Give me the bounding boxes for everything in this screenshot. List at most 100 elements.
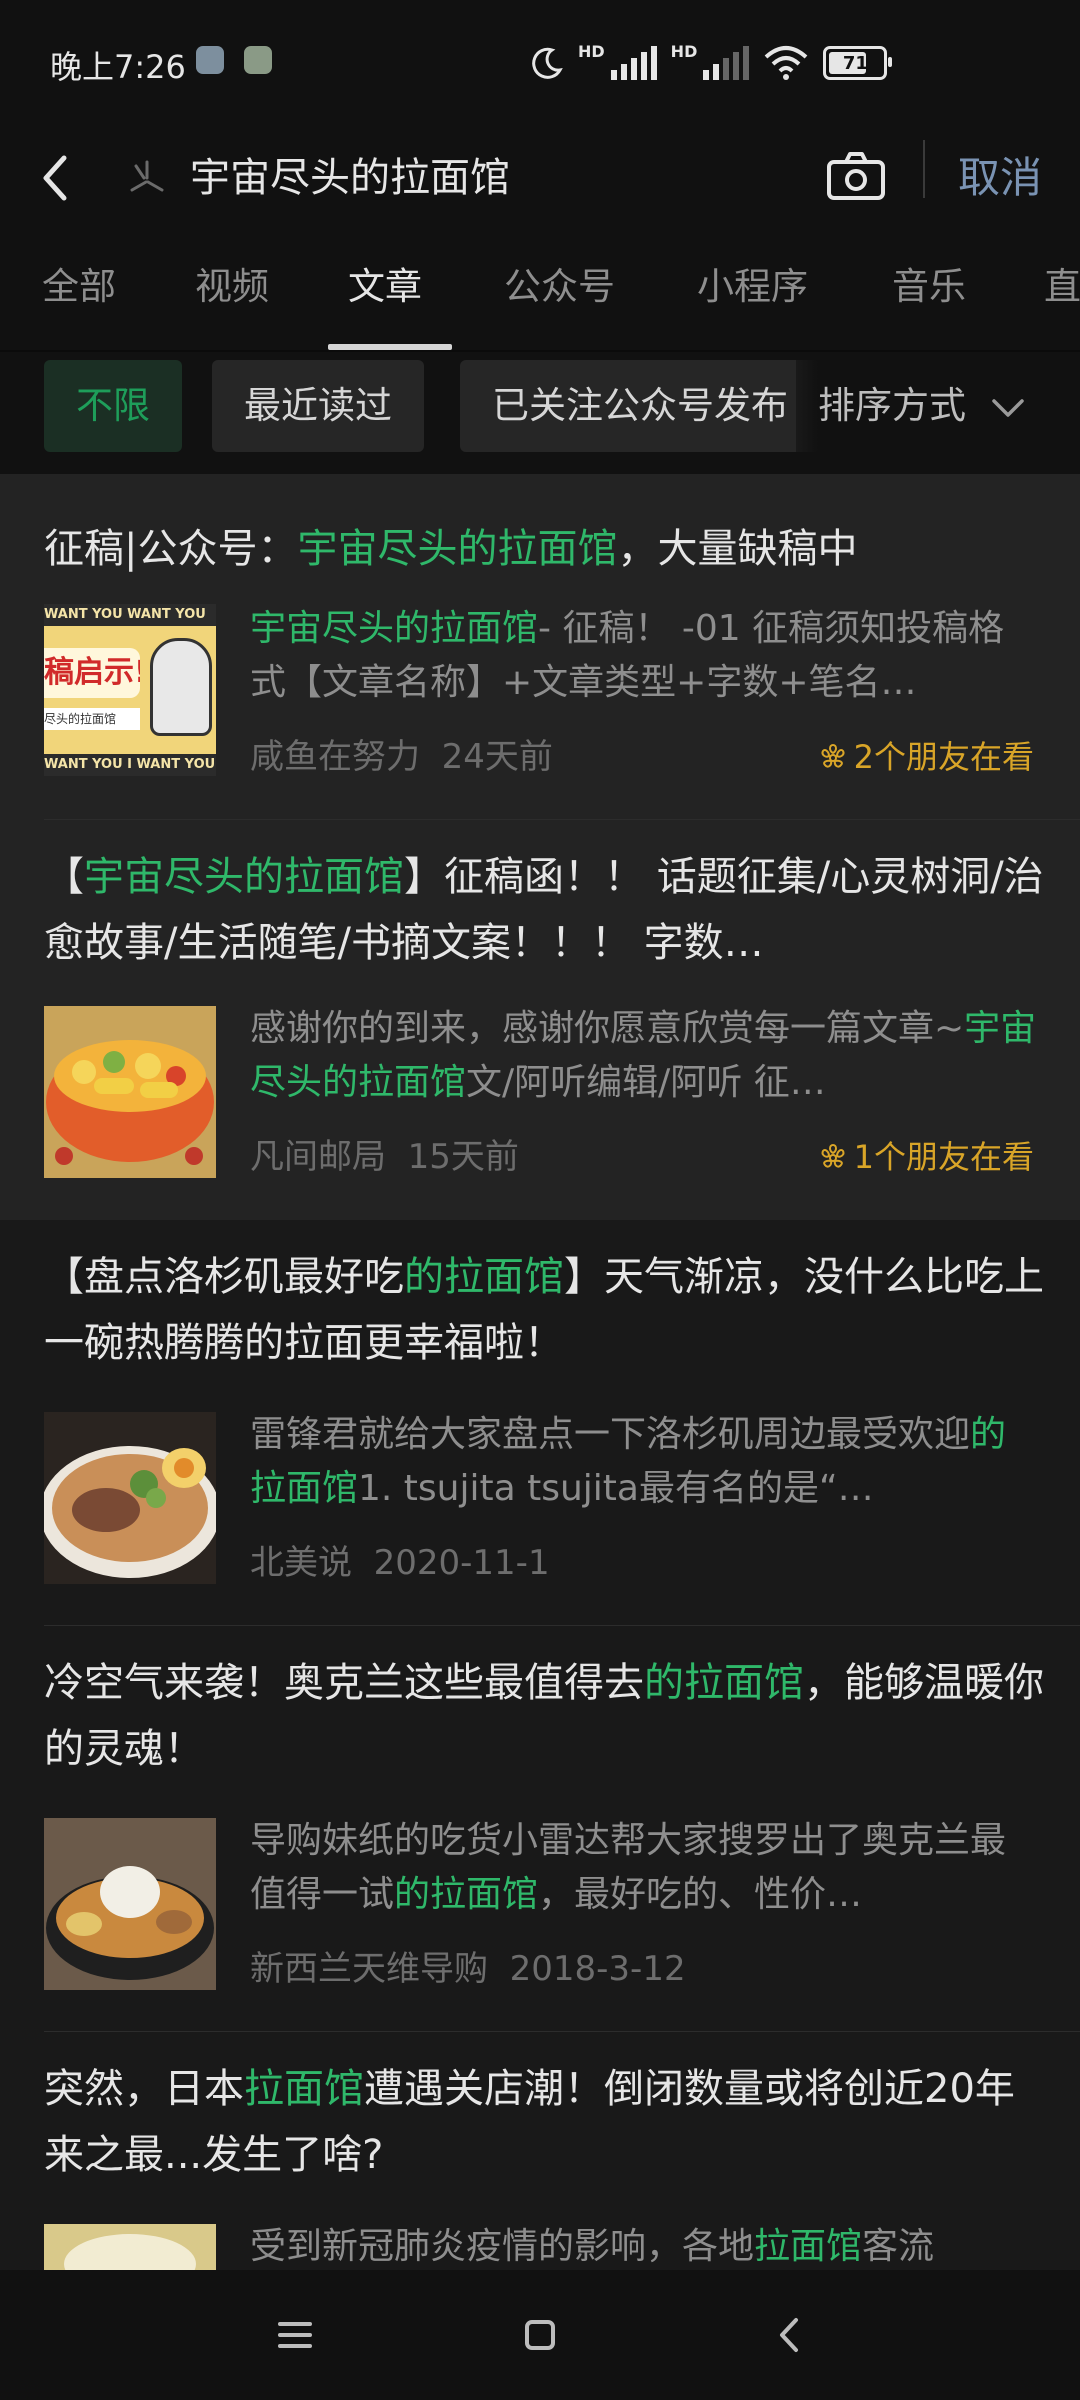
- sort-dropdown[interactable]: 排序方式: [796, 360, 1080, 452]
- search-bar: 宇宙尽头的拉面馆 取消: [0, 130, 1080, 226]
- article-snippet: 受到新冠肺炎疫情的影响，各地拉面馆客流: [250, 2220, 1040, 2274]
- highlighted-keyword: 宇宙尽头的拉面馆: [84, 854, 404, 900]
- tab-live[interactable]: 直: [1044, 262, 1080, 312]
- text-segment: ，大量缺稿中: [617, 526, 858, 572]
- article-meta: 新西兰天维导购 2018-3-12: [250, 1944, 686, 1994]
- thumb-character: [150, 638, 212, 736]
- highlighted-keyword: 拉面馆: [754, 2226, 863, 2267]
- highlighted-keyword: 的拉面馆: [394, 1874, 539, 1915]
- highlighted-keyword: 宇宙尽头的拉面馆: [250, 608, 539, 649]
- tab-video[interactable]: 视频: [195, 262, 269, 312]
- text-segment: ，最好吃的、性价…: [538, 1874, 863, 1915]
- article-title: 【宇宙尽头的拉面馆】征稿函！！ 话题征集/心灵树洞/治愈故事/生活随笔/书摘文案…: [44, 844, 1044, 976]
- friends-reading: 1个朋友在看: [818, 1132, 1034, 1182]
- battery-icon: 71: [823, 46, 893, 80]
- signal-icon-2: [703, 46, 750, 80]
- text-segment: 1. tsujita tsujita最有名的是“…: [358, 1468, 874, 1509]
- text-segment: 突然，日本: [44, 2066, 244, 2112]
- search-divider: [923, 140, 925, 198]
- highlighted-keyword: 的拉面馆: [404, 1254, 564, 1300]
- search-input[interactable]: 宇宙尽头的拉面馆: [190, 148, 510, 208]
- signal-icon: [610, 46, 657, 80]
- article-thumbnail: WANT YOU WANT YOU 稿启示! 尽头的拉面馆 WANT YOU I…: [44, 604, 216, 776]
- filter-chip-recently-read[interactable]: 最近读过: [212, 360, 424, 452]
- tab-music[interactable]: 音乐: [892, 262, 966, 312]
- home-square-icon[interactable]: [505, 2300, 575, 2370]
- ramen-bowl-photo: [44, 1818, 216, 1990]
- thumb-caption: 尽头的拉面馆: [44, 708, 140, 730]
- food-pot-illustration: [44, 1006, 216, 1178]
- text-segment: 文/阿听编辑/阿听 征…: [466, 1062, 826, 1103]
- text-segment: 客流: [862, 2226, 935, 2267]
- article-time: 2018-3-12: [509, 1949, 686, 1989]
- friends-reading-text: 1个朋友在看: [853, 1138, 1034, 1176]
- article-thumbnail: [44, 1412, 216, 1584]
- article-meta: 咸鱼在努力 24天前: [250, 732, 553, 782]
- article-source: 新西兰天维导购: [250, 1949, 488, 1989]
- friends-reading-text: 2个朋友在看: [853, 738, 1034, 776]
- thumb-banner-bottom: WANT YOU I WANT YOU: [44, 754, 216, 776]
- article-snippet: 雷锋君就给大家盘点一下洛杉矶周边最受欢迎的拉面馆1. tsujita tsuji…: [250, 1408, 1040, 1516]
- article-snippet: 宇宙尽头的拉面馆- 征稿！ -01 征稿须知投稿格式【文章名称】+文章类型+字数…: [250, 602, 1040, 710]
- moon-icon: [532, 47, 563, 79]
- flower-icon: [821, 1143, 845, 1168]
- highlighted-keyword: 拉面馆: [244, 2066, 364, 2112]
- text-segment: 受到新冠肺炎疫情的影响，各地: [250, 2226, 755, 2267]
- thumb-banner-top: WANT YOU WANT YOU: [44, 604, 216, 626]
- text-segment: 雷锋君就给大家盘点一下洛杉矶周边最受欢迎: [250, 1414, 971, 1455]
- highlighted-keyword: 的拉面馆: [644, 1660, 804, 1706]
- article-item[interactable]: 【盘点洛杉矶最好吃的拉面馆】天气渐凉，没什么比吃上一碗热腾腾的拉面更幸福啦！ 雷…: [0, 1220, 1080, 1626]
- text-segment: 【: [44, 854, 84, 900]
- sparkle-icon: [130, 160, 164, 192]
- ramen-bowl-photo: [44, 1412, 216, 1584]
- article-snippet: 感谢你的到来，感谢你愿意欣赏每一篇文章~宇宙尽头的拉面馆文/阿听编辑/阿听 征…: [250, 1002, 1040, 1110]
- filter-chip-any[interactable]: 不限: [44, 360, 182, 452]
- friends-reading: 2个朋友在看: [818, 732, 1034, 782]
- article-snippet: 导购妹纸的吃货小雷达帮大家搜罗出了奥克兰最值得一试的拉面馆，最好吃的、性价…: [250, 1814, 1040, 1922]
- sort-label: 排序方式: [818, 384, 966, 427]
- thumb-headline: 稿启示!: [44, 648, 140, 698]
- article-title: 突然，日本拉面馆遭遇关店潮！倒闭数量或将创近20年来之最...发生了啥?: [44, 2056, 1044, 2188]
- article-time: 2020-11-1: [373, 1543, 550, 1583]
- hd-label-2: HD: [670, 41, 698, 61]
- article-item[interactable]: 征稿|公众号：宇宙尽头的拉面馆，大量缺稿中 WANT YOU WANT YOU …: [0, 474, 1080, 820]
- text-segment: 冷空气来袭！奥克兰这些最值得去: [44, 1660, 644, 1706]
- hd-label: HD: [578, 41, 605, 61]
- back-chevron-icon[interactable]: [756, 2300, 826, 2370]
- results-list: 征稿|公众号：宇宙尽头的拉面馆，大量缺稿中 WANT YOU WANT YOU …: [0, 474, 1080, 2332]
- back-arrow-icon[interactable]: [32, 138, 82, 218]
- filter-chip-followed-accounts[interactable]: 已关注公众号发布: [460, 360, 820, 452]
- article-title: 冷空气来袭！奥克兰这些最值得去的拉面馆，能够温暖你的灵魂！: [44, 1650, 1044, 1782]
- text-segment: 征稿|公众号：: [44, 526, 298, 572]
- chevron-down-icon: [992, 398, 1024, 417]
- status-icons: HD HD 71: [530, 38, 893, 88]
- article-thumbnail: [44, 1006, 216, 1178]
- article-time: 15天前: [407, 1137, 519, 1177]
- highlighted-keyword: 宇宙尽头的拉面馆: [297, 526, 618, 572]
- camera-icon[interactable]: [824, 148, 888, 204]
- article-item[interactable]: 冷空气来袭！奥克兰这些最值得去的拉面馆，能够温暖你的灵魂！ 导购妹纸的吃货小雷达…: [0, 1626, 1080, 2032]
- tab-articles[interactable]: 文章: [348, 262, 422, 312]
- tab-all[interactable]: 全部: [42, 262, 116, 312]
- article-source: 凡间邮局: [250, 1137, 386, 1177]
- article-thumbnail: [44, 1818, 216, 1990]
- wifi-icon: [765, 46, 808, 80]
- tab-mini-programs[interactable]: 小程序: [697, 262, 808, 312]
- article-title: 【盘点洛杉矶最好吃的拉面馆】天气渐凉，没什么比吃上一碗热腾腾的拉面更幸福啦！: [44, 1244, 1044, 1376]
- app-notification-icon-2: [244, 46, 272, 74]
- article-time: 24天前: [441, 737, 553, 777]
- article-meta: 凡间邮局 15天前: [250, 1132, 519, 1182]
- status-bar: 晚上7:26 HD HD 71: [0, 0, 1080, 130]
- article-source: 北美说: [250, 1543, 352, 1583]
- text-segment: 【盘点洛杉矶最好吃: [44, 1254, 404, 1300]
- battery-level: 71: [842, 52, 868, 74]
- flower-icon: [821, 743, 845, 768]
- category-tabs: 全部 视频 文章 公众号 小程序 音乐 直: [0, 226, 1080, 350]
- article-meta: 北美说 2020-11-1: [250, 1538, 550, 1588]
- status-time: 晚上7:26: [50, 48, 186, 86]
- article-source: 咸鱼在努力: [250, 737, 420, 777]
- article-item[interactable]: 【宇宙尽头的拉面馆】征稿函！！ 话题征集/心灵树洞/治愈故事/生活随笔/书摘文案…: [0, 820, 1080, 1220]
- tab-official-accounts[interactable]: 公众号: [504, 262, 615, 312]
- cancel-button[interactable]: 取消: [958, 148, 1042, 208]
- menu-icon[interactable]: [260, 2300, 330, 2370]
